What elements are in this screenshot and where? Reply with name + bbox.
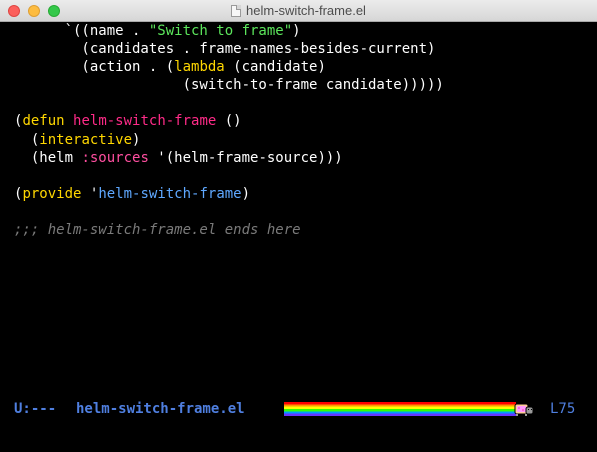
code-text: ) <box>292 23 301 39</box>
code-line: (provide 'helm-switch-frame) <box>14 185 594 203</box>
window-title: helm-switch-frame.el <box>0 0 597 22</box>
code-text: (switch-to-frame candidate))))) <box>14 77 444 94</box>
emacs-window: helm-switch-frame.el `((name . "Switch t… <box>0 0 597 452</box>
nyan-position-indicator[interactable] <box>284 402 534 416</box>
code-text: ' <box>81 185 99 202</box>
line-number: L75 <box>550 401 576 417</box>
code-text: ( <box>14 131 40 148</box>
code-line: (helm :sources '(helm-frame-source))) <box>14 149 594 167</box>
constant-token: helm-switch-frame <box>98 185 242 202</box>
code-text: `((name . <box>14 23 149 39</box>
rainbow-trail <box>284 402 516 416</box>
code-text: ) <box>241 185 251 202</box>
function-name-token: helm-switch-frame <box>73 113 217 130</box>
title-bar: helm-switch-frame.el <box>0 0 597 22</box>
keyword-token: provide <box>22 185 82 202</box>
code-text: (action . ( <box>14 59 175 76</box>
mode-line[interactable]: U:--- helm-switch-frame.el L75 <box>0 398 597 422</box>
code-text: (helm <box>14 149 82 166</box>
nyan-cat-icon <box>514 403 534 416</box>
code-text: () <box>216 113 242 130</box>
code-line: (switch-to-frame candidate))))) <box>14 76 594 94</box>
comment-line: ;;; helm-switch-frame.el ends here <box>14 222 301 239</box>
buffer-name[interactable]: helm-switch-frame.el <box>76 401 245 417</box>
code-text: (candidates . frame-names-besides-curren… <box>14 41 436 58</box>
window-title-text: helm-switch-frame.el <box>246 3 366 18</box>
editor-buffer[interactable]: `((name . "Switch to frame") (candidates… <box>14 22 594 239</box>
document-icon <box>231 5 242 17</box>
code-line: (defun helm-switch-frame () <box>14 112 594 130</box>
buffer-status: U:--- <box>14 401 57 417</box>
code-line: `((name . "Switch to frame") <box>14 22 594 40</box>
keyword-token: interactive <box>39 131 133 148</box>
code-line: (interactive) <box>14 131 594 149</box>
code-line: (action . (lambda (candidate) <box>14 58 594 76</box>
code-text: '(helm-frame-source))) <box>148 149 343 166</box>
code-text: ) <box>132 131 141 148</box>
code-text: (candidate) <box>224 59 326 76</box>
keyword-token: lambda <box>174 59 225 76</box>
keyword-token: defun <box>22 113 65 130</box>
keyword-arg-token: :sources <box>81 149 149 166</box>
string-token: "Switch to frame" <box>148 23 293 39</box>
code-line: (candidates . frame-names-besides-curren… <box>14 40 594 58</box>
